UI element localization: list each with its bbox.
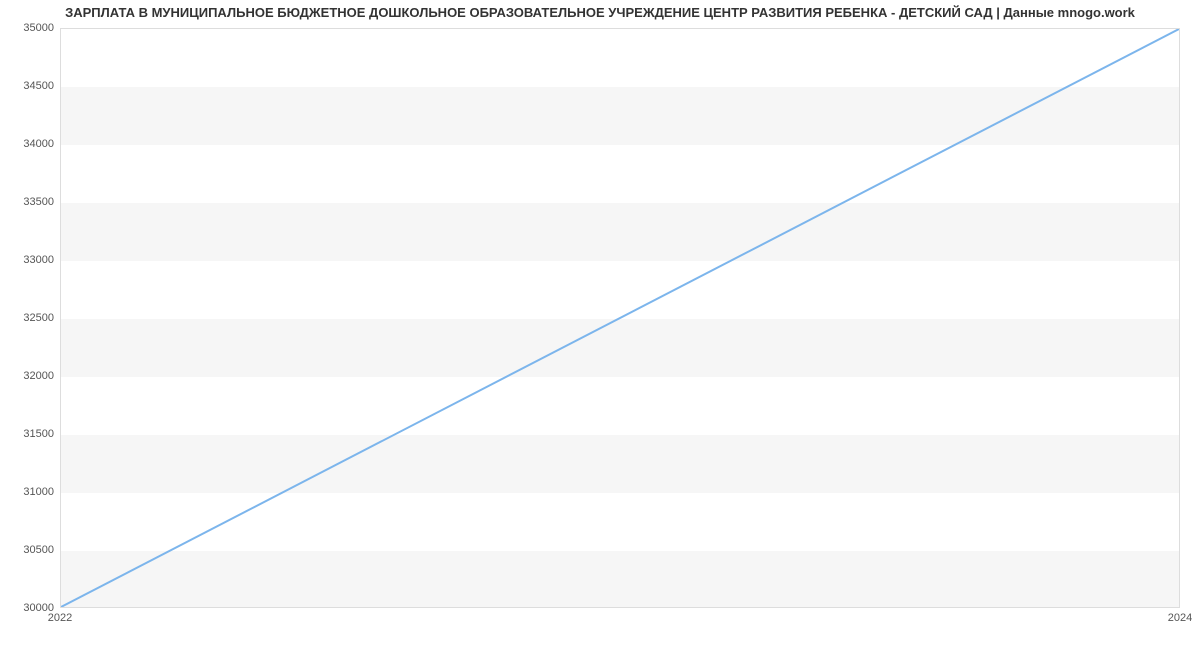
y-tick-label: 31500 (23, 428, 54, 440)
plot-wrap: 3000030500310003150032000325003300033500… (60, 28, 1180, 608)
y-tick-label: 32500 (23, 312, 54, 324)
y-tick-label: 34500 (23, 80, 54, 92)
y-tick-label: 34000 (23, 138, 54, 150)
chart-series-line (61, 29, 1179, 607)
y-tick-label: 30500 (23, 544, 54, 556)
chart-title: ЗАРПЛАТА В МУНИЦИПАЛЬНОЕ БЮДЖЕТНОЕ ДОШКО… (0, 5, 1200, 20)
y-tick-label: 31000 (23, 486, 54, 498)
x-tick-label: 2022 (48, 612, 72, 624)
x-tick-label: 2024 (1168, 612, 1192, 624)
chart-line-svg (61, 29, 1179, 607)
y-tick-label: 33000 (23, 254, 54, 266)
y-tick-label: 35000 (23, 22, 54, 34)
y-tick-label: 33500 (23, 196, 54, 208)
plot-area (60, 28, 1180, 608)
y-tick-label: 32000 (23, 370, 54, 382)
